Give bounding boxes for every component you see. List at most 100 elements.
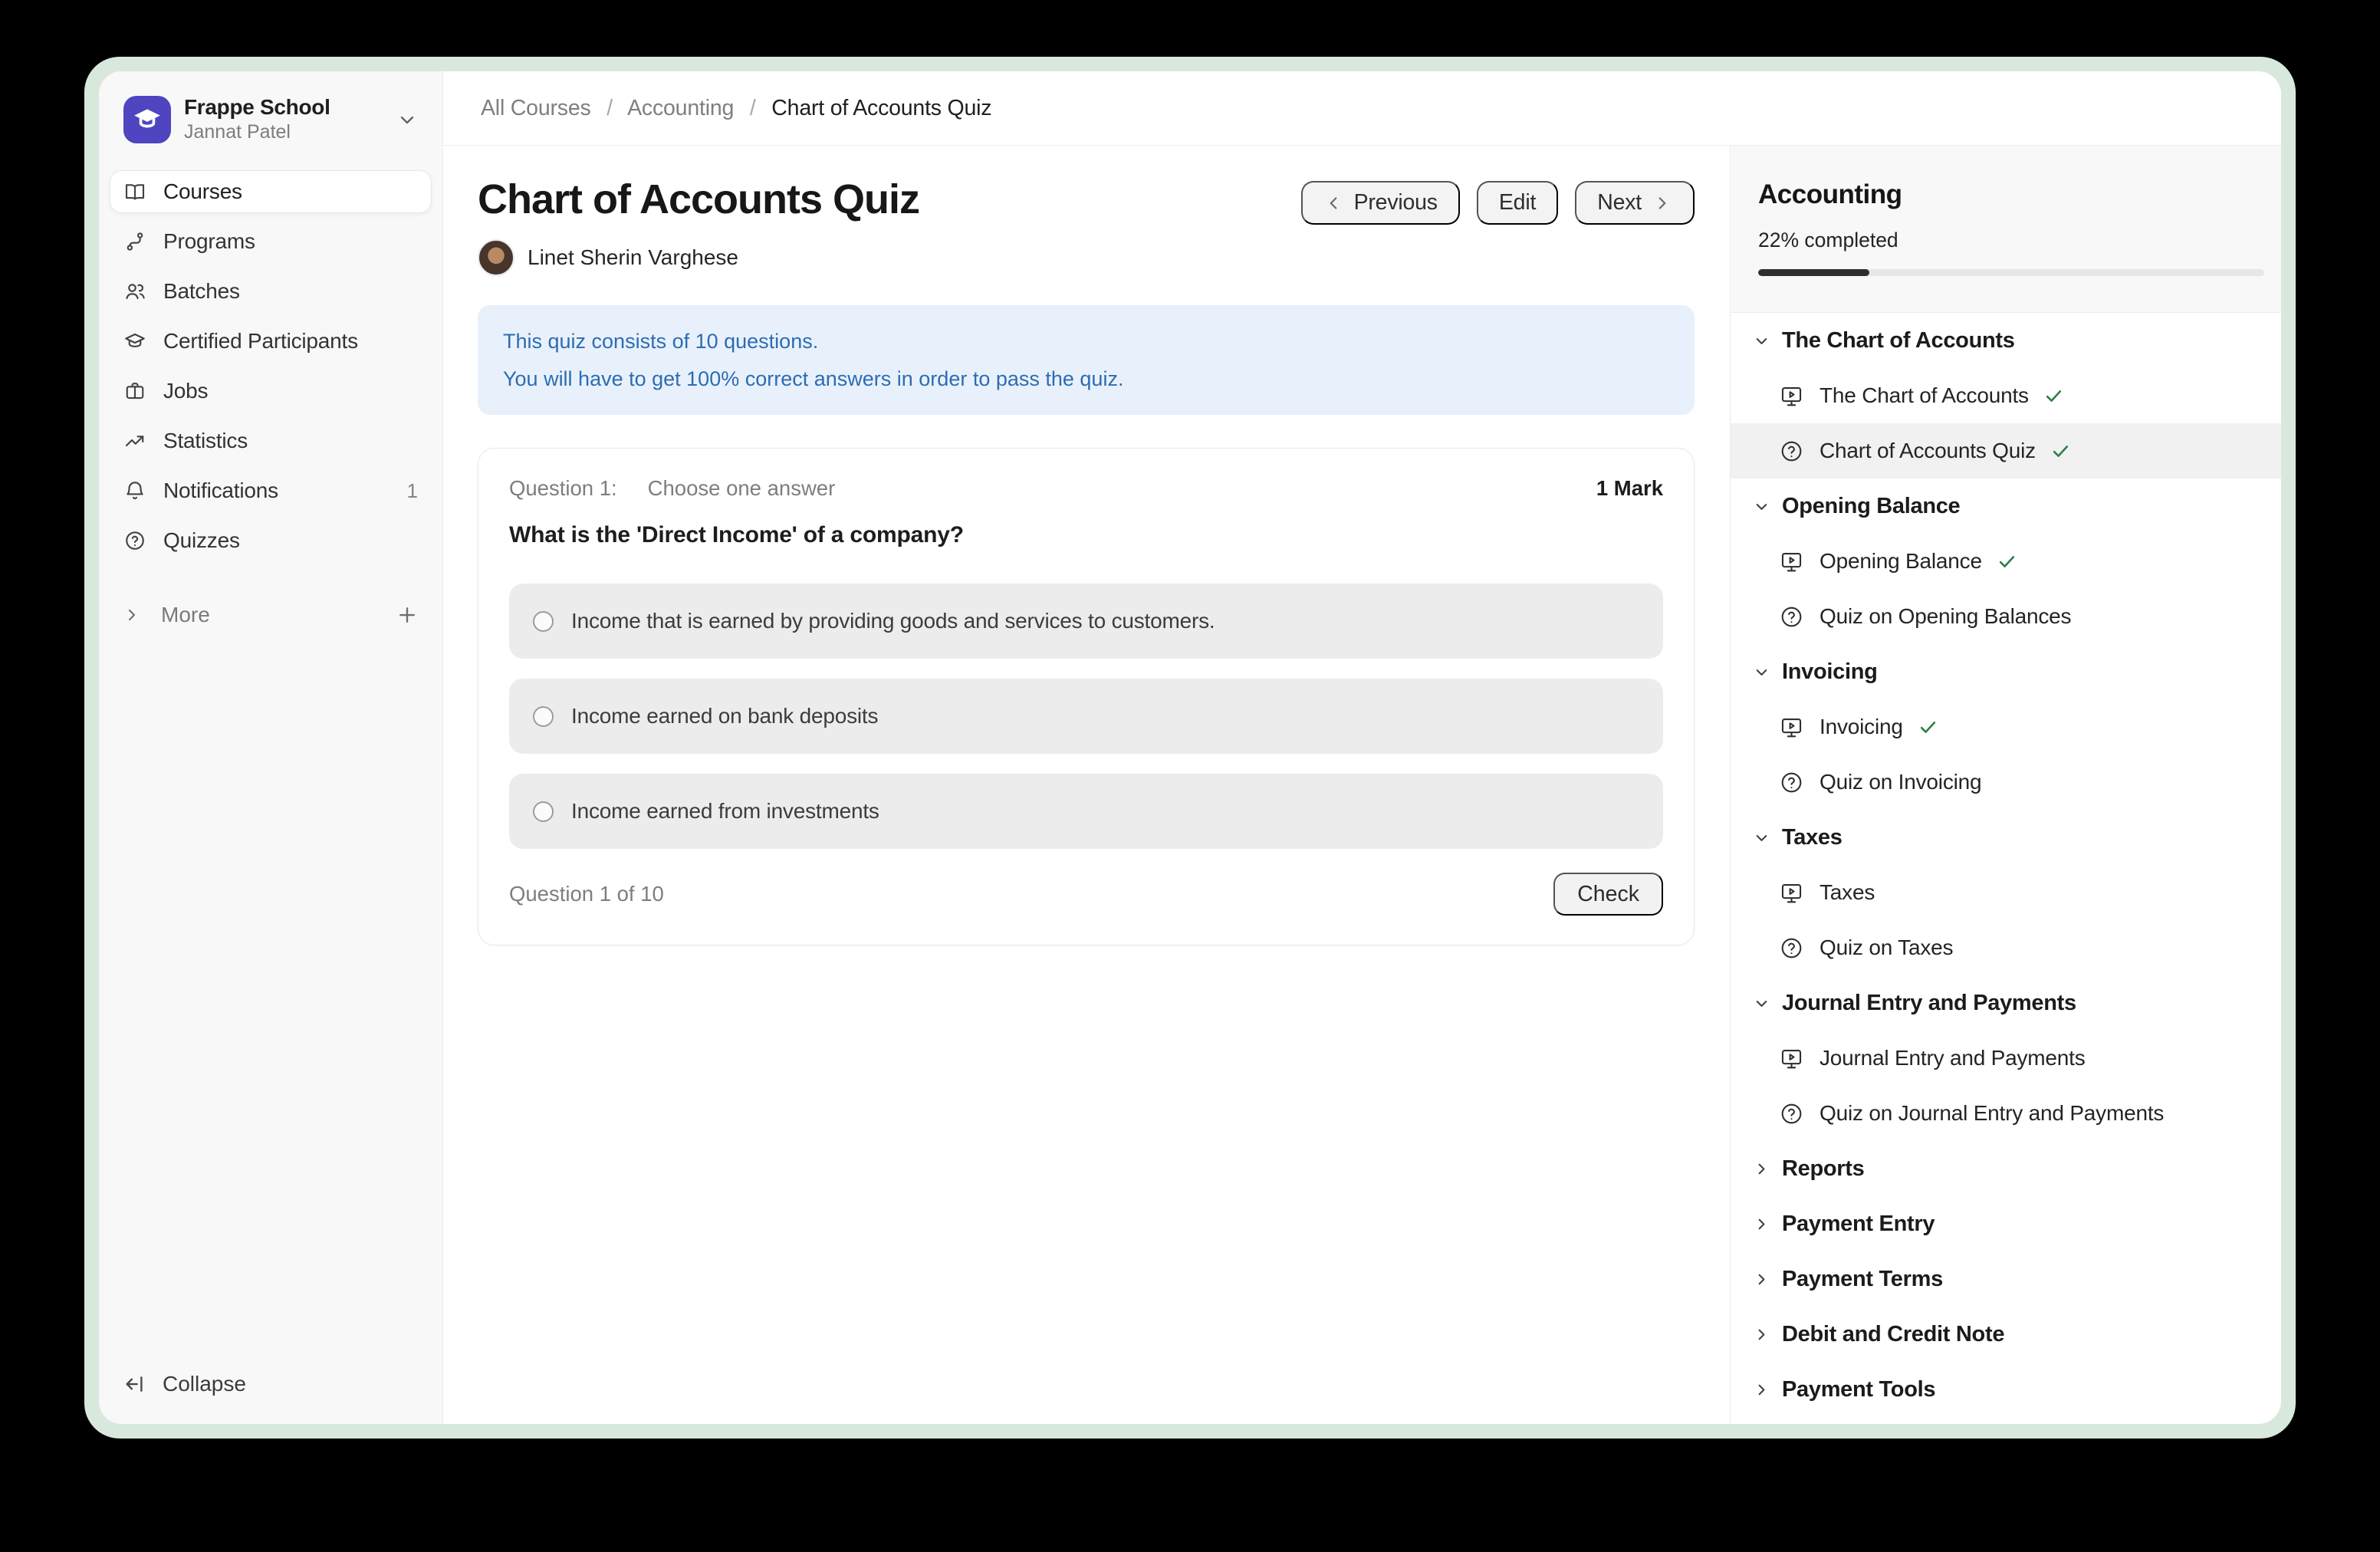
trending-up-icon (123, 429, 146, 452)
previous-label: Previous (1354, 190, 1438, 215)
collapse-label: Collapse (163, 1372, 246, 1396)
quiz-icon (1779, 439, 1804, 464)
outline-section-title: Debit and Credit Note (1782, 1322, 2004, 1347)
outline-item-invoicing[interactable]: Invoicing (1731, 699, 2281, 755)
sidebar-item-certified-participants[interactable]: Certified Participants (110, 320, 432, 363)
question-number-label: Question 1: (509, 476, 617, 501)
quiz-icon (1779, 935, 1804, 961)
outline-item-quiz-on-taxes[interactable]: Quiz on Taxes (1731, 920, 2281, 975)
outline-section-debit-and-credit-note[interactable]: Debit and Credit Note (1731, 1307, 2281, 1362)
outline-section-payment-entry[interactable]: Payment Entry (1731, 1196, 2281, 1251)
answer-option-2[interactable]: Income earned on bank deposits (509, 679, 1663, 754)
outline-section-payment-terms[interactable]: Payment Terms (1731, 1251, 2281, 1307)
sidebar-item-notifications[interactable]: Notifications1 (110, 469, 432, 512)
outline-section-opening-balance[interactable]: Opening Balance (1731, 478, 2281, 534)
quiz-header-left: Chart of Accounts Quiz Linet Sherin Varg… (478, 175, 919, 276)
course-title: Accounting (1758, 179, 2264, 210)
sidebar-menu: Courses Programs Batches Certified Particip… (110, 170, 432, 569)
chevron-right-icon (1753, 1381, 1770, 1399)
answer-option-1[interactable]: Income that is earned by providing goods… (509, 584, 1663, 659)
sidebar-item-statistics[interactable]: Statistics (110, 419, 432, 462)
app-window: Frappe School Jannat Patel Courses Progra… (99, 71, 2281, 1424)
outline-item-label: Taxes (1820, 880, 1875, 905)
question-card: Question 1: Choose one answer 1 Mark Wha… (478, 448, 1695, 945)
outline-item-taxes[interactable]: Taxes (1731, 865, 2281, 920)
lesson-icon (1779, 549, 1804, 574)
author-name: Linet Sherin Varghese (528, 245, 738, 270)
left-sidebar: Frappe School Jannat Patel Courses Progra… (99, 71, 443, 1424)
outline-item-the-chart-of-accounts[interactable]: The Chart of Accounts (1731, 368, 2281, 423)
check-icon (1918, 717, 1938, 738)
sidebar-item-quizzes[interactable]: Quizzes (110, 519, 432, 562)
sidebar-item-jobs[interactable]: Jobs (110, 370, 432, 413)
workspace-user: Jannat Patel (184, 120, 330, 144)
quiz-nav-buttons: Previous Edit Next (1301, 181, 1695, 225)
chevron-down-icon (1753, 498, 1770, 515)
outline-list: The Chart of AccountsThe Chart of Accoun… (1731, 313, 2281, 1424)
sidebar-collapse-button[interactable]: Collapse (110, 1363, 432, 1406)
edit-button[interactable]: Edit (1477, 181, 1558, 225)
chevron-right-icon (1753, 1271, 1770, 1288)
answer-options: Income that is earned by providing goods… (509, 584, 1663, 849)
sidebar-item-batches[interactable]: Batches (110, 270, 432, 313)
question-progress: Question 1 of 10 (509, 882, 664, 906)
content-row: Chart of Accounts Quiz Linet Sherin Varg… (443, 146, 2281, 1424)
answer-option-label: Income that is earned by providing goods… (571, 609, 1215, 633)
outline-header: Accounting 22% completed (1731, 146, 2281, 313)
sidebar-more[interactable]: More (110, 594, 432, 636)
outline-section-payment-tools[interactable]: Payment Tools (1731, 1362, 2281, 1417)
plus-icon[interactable] (396, 603, 419, 626)
outline-item-label: Quiz on Opening Balances (1820, 604, 2071, 629)
workspace-switcher[interactable]: Frappe School Jannat Patel (114, 84, 427, 155)
outline-section-title: Payment Entry (1782, 1212, 1935, 1237)
lesson-icon (1779, 1046, 1804, 1071)
outline-item-quiz-on-opening-balances[interactable]: Quiz on Opening Balances (1731, 589, 2281, 644)
outline-section-reports[interactable]: Reports (1731, 1141, 2281, 1196)
outline-item-opening-balance[interactable]: Opening Balance (1731, 534, 2281, 589)
outline-item-chart-of-accounts-quiz[interactable]: Chart of Accounts Quiz (1731, 423, 2281, 478)
radio-button[interactable] (533, 801, 554, 822)
quiz-page: Chart of Accounts Quiz Linet Sherin Varg… (443, 146, 1730, 1424)
progress-bar (1758, 269, 2264, 276)
check-button[interactable]: Check (1553, 873, 1663, 916)
answer-option-3[interactable]: Income earned from investments (509, 774, 1663, 849)
outline-section-the-chart-of-accounts[interactable]: The Chart of Accounts (1731, 313, 2281, 368)
chevron-right-icon (1753, 1326, 1770, 1343)
lesson-icon (1779, 880, 1804, 906)
outline-item-label: Quiz on Invoicing (1820, 770, 1981, 794)
author-row: Linet Sherin Varghese (478, 239, 919, 276)
outline-section-title: Taxes (1782, 825, 1843, 850)
outline-section-invoicing[interactable]: Invoicing (1731, 644, 2281, 699)
screen-frame: Frappe School Jannat Patel Courses Progra… (84, 57, 2296, 1439)
check-icon (1997, 551, 2017, 572)
radio-button[interactable] (533, 611, 554, 632)
outline-item-label: Journal Entry and Payments (1820, 1046, 2086, 1070)
previous-button[interactable]: Previous (1301, 181, 1460, 225)
sidebar-item-label: Certified Participants (163, 329, 358, 353)
sidebar-item-courses[interactable]: Courses (110, 170, 432, 213)
quiz-header: Chart of Accounts Quiz Linet Sherin Varg… (478, 175, 1695, 276)
chevron-right-icon (1753, 1215, 1770, 1233)
question-marks: 1 Mark (1596, 476, 1663, 501)
chevron-left-icon (1323, 193, 1343, 213)
question-instruction: Choose one answer (648, 476, 836, 501)
breadcrumb-accounting[interactable]: Accounting (627, 96, 734, 120)
answer-option-label: Income earned from investments (571, 799, 879, 824)
outline-item-quiz-on-invoicing[interactable]: Quiz on Invoicing (1731, 755, 2281, 810)
quiz-icon (1779, 1101, 1804, 1126)
outline-section-title: Opening Balance (1782, 494, 1960, 519)
radio-button[interactable] (533, 706, 554, 727)
outline-section-taxes[interactable]: Taxes (1731, 810, 2281, 865)
chevron-down-icon (1753, 663, 1770, 681)
sidebar-item-programs[interactable]: Programs (110, 220, 432, 263)
next-button[interactable]: Next (1575, 181, 1695, 225)
outline-item-journal-entry-and-payments[interactable]: Journal Entry and Payments (1731, 1031, 2281, 1086)
breadcrumb-all-courses[interactable]: All Courses (481, 96, 591, 120)
frappe-school-logo (123, 96, 171, 143)
outline-item-quiz-on-journal-entry-and-payments[interactable]: Quiz on Journal Entry and Payments (1731, 1086, 2281, 1141)
sidebar-item-label: Programs (163, 229, 255, 254)
outline-section-title: Reports (1782, 1156, 1864, 1182)
workspace-text: Frappe School Jannat Patel (184, 94, 330, 144)
sidebar-item-label: Batches (163, 279, 240, 304)
outline-section-journal-entry-and-payments[interactable]: Journal Entry and Payments (1731, 975, 2281, 1031)
